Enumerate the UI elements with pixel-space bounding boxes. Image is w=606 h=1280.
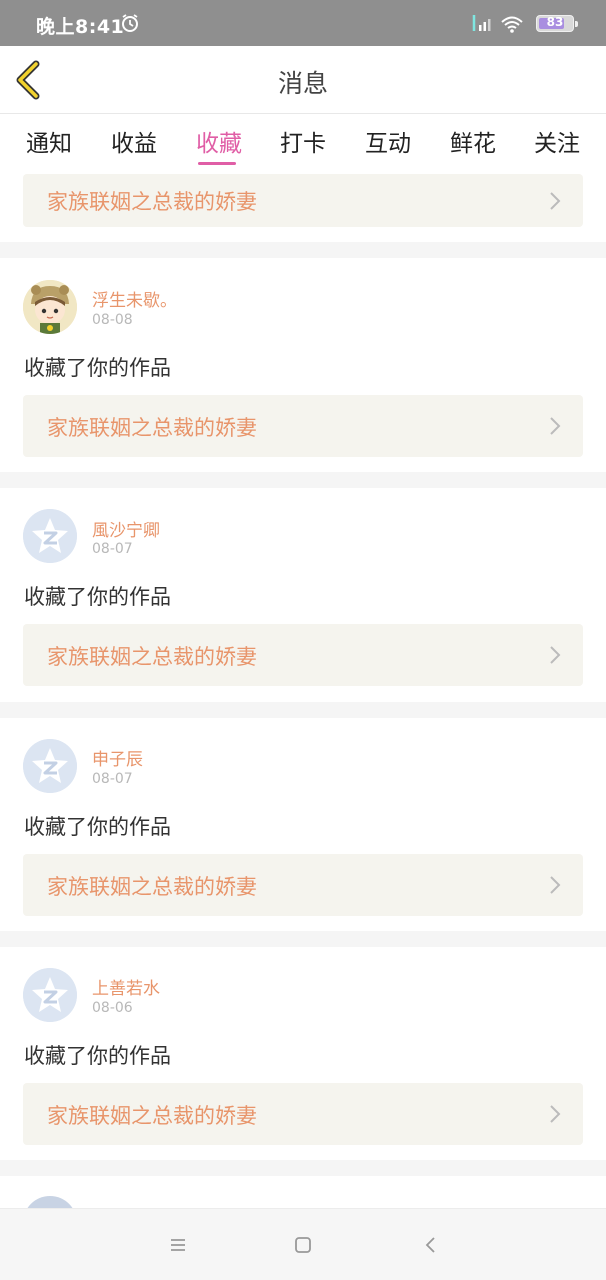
work-card[interactable]: 家族联姻之总裁的娇妻 (23, 854, 583, 916)
post-date: 08-07 (92, 771, 133, 787)
default-avatar-icon (23, 739, 77, 793)
status-bar: 晚上8:41 83 (0, 0, 606, 46)
divider (0, 242, 606, 258)
user-name[interactable]: 上善若水 (92, 974, 160, 999)
back-icon[interactable] (419, 1233, 443, 1257)
action-text: 收藏了你的作品 (24, 1044, 171, 1068)
favorites-feed[interactable]: 家族联姻之总裁的娇妻 浮生未歇。 08-08 收藏了你的作品 家族联姻之总裁的娇… (0, 172, 606, 1208)
chevron-right-icon (550, 1105, 561, 1123)
avatar[interactable] (23, 1196, 77, 1208)
signal-icon (472, 15, 491, 31)
menu-icon[interactable] (166, 1233, 190, 1257)
chevron-right-icon (550, 646, 561, 664)
cartoon-avatar-icon (23, 280, 77, 334)
status-time: 晚上8:41 (36, 16, 125, 38)
default-avatar-icon (23, 509, 77, 563)
tab-favorites[interactable]: 收藏 (179, 124, 259, 158)
post-date: 08-07 (92, 541, 133, 557)
avatar[interactable] (23, 739, 77, 793)
tab-follow[interactable]: 关注 (517, 124, 597, 158)
divider (0, 1160, 606, 1176)
tab-bar: 通知 收益 收藏 打卡 互动 鲜花 关注 (0, 114, 606, 172)
user-name[interactable]: 浮生未歇。 (92, 286, 177, 311)
work-title: 家族联姻之总裁的娇妻 (47, 416, 257, 440)
tab-notifications[interactable]: 通知 (9, 124, 89, 158)
work-card[interactable]: 家族联姻之总裁的娇妻 (23, 624, 583, 686)
divider (0, 702, 606, 718)
avatar[interactable] (23, 509, 77, 563)
default-avatar-icon (23, 968, 77, 1022)
home-icon[interactable] (291, 1233, 315, 1257)
work-title: 家族联姻之总裁的娇妻 (47, 190, 257, 214)
divider (0, 472, 606, 488)
divider (0, 931, 606, 947)
active-tab-indicator (198, 162, 236, 165)
user-name[interactable]: 風沙宁卿 (92, 516, 160, 541)
chevron-right-icon (550, 192, 561, 210)
post-date: 08-06 (92, 1000, 133, 1016)
battery-icon: 83 (536, 15, 578, 32)
tab-flowers[interactable]: 鲜花 (433, 124, 513, 158)
header: 消息 (0, 46, 606, 114)
alarm-icon (122, 14, 138, 32)
action-text: 收藏了你的作品 (24, 815, 171, 839)
work-card[interactable]: 家族联姻之总裁的娇妻 (23, 1083, 583, 1145)
user-name[interactable]: 申子辰 (92, 745, 143, 770)
work-card[interactable]: 家族联姻之总裁的娇妻 (23, 395, 583, 457)
battery-level: 83 (546, 15, 564, 29)
work-title: 家族联姻之总裁的娇妻 (47, 645, 257, 669)
action-text: 收藏了你的作品 (24, 356, 171, 380)
chevron-right-icon (550, 876, 561, 894)
page-title: 消息 (277, 69, 328, 98)
chevron-right-icon (550, 417, 561, 435)
work-card[interactable]: 家族联姻之总裁的娇妻 (23, 174, 583, 227)
post-date: 08-08 (92, 312, 133, 328)
wifi-icon (501, 16, 523, 33)
tab-earnings[interactable]: 收益 (94, 124, 174, 158)
action-text: 收藏了你的作品 (24, 585, 171, 609)
system-nav-bar (0, 1208, 606, 1280)
work-title: 家族联姻之总裁的娇妻 (47, 875, 257, 899)
tab-checkin[interactable]: 打卡 (263, 124, 343, 158)
tab-interaction[interactable]: 互动 (348, 124, 428, 158)
avatar[interactable] (23, 968, 77, 1022)
work-title: 家族联姻之总裁的娇妻 (47, 1104, 257, 1128)
avatar[interactable] (23, 280, 77, 334)
